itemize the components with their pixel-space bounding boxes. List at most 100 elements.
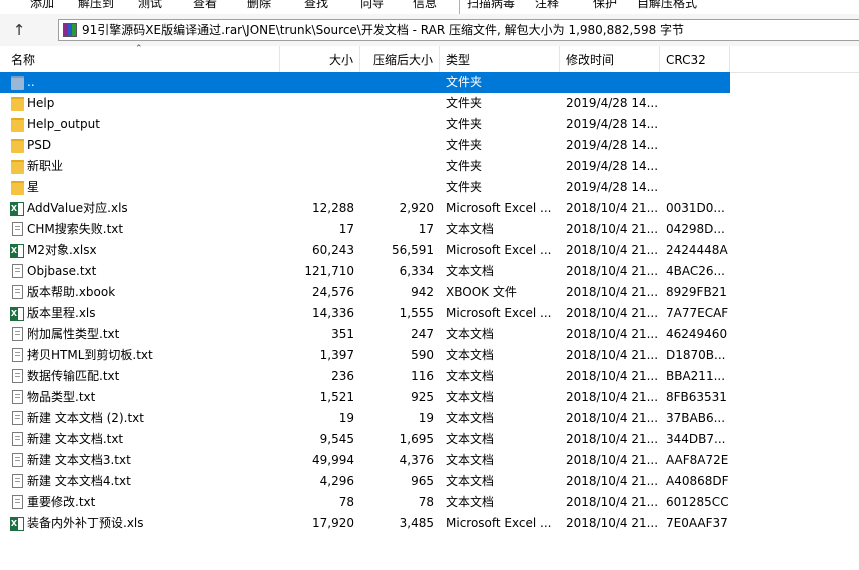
file-modified: 2019/4/28 14... (566, 96, 659, 110)
folder-icon (11, 139, 24, 153)
file-row[interactable]: 新建 文本文档 (2).txt 19 19 文本文档 2018/10/4 21... 37… (0, 408, 730, 429)
file-type: 文件夹 (446, 159, 483, 173)
file-packed-size (360, 114, 434, 135)
excel-file-icon (10, 517, 24, 531)
address-path: 91引擎源码XE版编译通过.rar\JONE\trunk\Source\开发文档… (82, 23, 685, 37)
file-type: 文本文档 (446, 453, 495, 467)
excel-file-icon (10, 307, 24, 321)
file-type: Microsoft Excel ... (446, 243, 552, 257)
file-row[interactable]: CHM搜索失败.txt 17 17 文本文档 2018/10/4 21... 04298D… (0, 219, 730, 240)
column-crc32[interactable]: CRC32 (660, 46, 730, 72)
file-crc32 (666, 72, 728, 93)
file-type: 文件夹 (446, 117, 483, 131)
column-packed-size[interactable]: 压缩后大小 (360, 46, 440, 72)
up-arrow-icon[interactable]: ↑ (8, 19, 30, 41)
file-row[interactable]: AddValue对应.xls 12,288 2,920 Microsoft Excel… (0, 198, 730, 219)
column-modified[interactable]: 修改时间 (560, 46, 660, 72)
file-packed-size: 6,334 (399, 264, 434, 278)
toolbar-view-button[interactable]: 查看 (193, 0, 217, 13)
file-row[interactable]: M2对象.xlsx 60,243 56,591 Microsoft Excel ...… (0, 240, 730, 261)
file-crc32: 04298D... (666, 222, 725, 236)
toolbar-comment-button[interactable]: 注释 (535, 0, 559, 13)
file-size: 121,710 (304, 264, 354, 278)
toolbar-find-button[interactable]: 查找 (304, 0, 328, 13)
toolbar-virus-scan-button[interactable]: 扫描病毒 (467, 0, 515, 13)
file-row[interactable]: 数据传输匹配.txt 236 116 文本文档 2018/10/4 21... BBA21… (0, 366, 730, 387)
file-row[interactable]: Help_output 文件夹 2019/4/28 14... (0, 114, 730, 135)
file-row[interactable]: Help 文件夹 2019/4/28 14... (0, 93, 730, 114)
file-crc32 (666, 93, 728, 114)
file-packed-size: 1,695 (399, 432, 434, 446)
file-modified: 2018/10/4 21... (566, 243, 659, 257)
text-file-icon (12, 495, 23, 509)
file-type: 文本文档 (446, 411, 495, 425)
file-packed-size: 925 (411, 390, 434, 404)
text-file-icon (12, 327, 23, 341)
toolbar-info-button[interactable]: 信息 (413, 0, 437, 13)
file-row[interactable]: 新建 文本文档.txt 9,545 1,695 文本文档 2018/10/4 21...… (0, 429, 730, 450)
file-crc32: 7A77ECAF (666, 306, 728, 320)
file-size: 1,397 (319, 348, 354, 362)
file-modified (566, 72, 660, 93)
file-packed-size: 942 (411, 285, 434, 299)
file-row[interactable]: 新建 文本文档4.txt 4,296 965 文本文档 2018/10/4 21... A… (0, 471, 730, 492)
text-file-icon (12, 390, 23, 404)
file-modified: 2018/10/4 21... (566, 495, 659, 509)
file-crc32: 601285CC (666, 495, 728, 509)
file-crc32: 7E0AAF37 (666, 516, 728, 530)
file-row[interactable]: 版本帮助.xbook 24,576 942 XBOOK 文件 2018/10/4 21.… (0, 282, 730, 303)
column-name[interactable]: 名称 ⌃ (0, 44, 280, 72)
file-size (280, 93, 354, 114)
file-packed-size: 4,376 (399, 453, 434, 467)
file-name: Help (27, 96, 55, 110)
file-name: 版本里程.xls (27, 306, 96, 320)
file-name: 新建 文本文档4.txt (27, 474, 131, 488)
toolbar-extract-button[interactable]: 解压到 (78, 0, 114, 13)
file-crc32: 344DB7... (666, 432, 726, 446)
column-size[interactable]: 大小 (280, 46, 360, 72)
file-packed-size: 19 (418, 411, 434, 425)
file-row[interactable]: 重要修改.txt 78 78 文本文档 2018/10/4 21... 601285CC (0, 492, 730, 513)
file-packed-size: 78 (418, 495, 434, 509)
toolbar-protect-button[interactable]: 保护 (593, 0, 617, 13)
file-crc32: 8929FB21 (666, 285, 727, 299)
file-modified: 2018/10/4 21... (566, 474, 659, 488)
file-size: 351 (331, 327, 354, 341)
text-file-icon (12, 264, 23, 278)
file-list[interactable]: .. 文件夹 Help 文件夹 2019/4/28 14... Help_output 文件… (0, 72, 859, 570)
sort-ascending-icon: ⌃ (135, 44, 143, 54)
file-row[interactable]: 新建 文本文档3.txt 49,994 4,376 文本文档 2018/10/4 21.… (0, 450, 730, 471)
file-row[interactable]: 附加属性类型.txt 351 247 文本文档 2018/10/4 21... 46249… (0, 324, 730, 345)
file-crc32: 2424448A (666, 243, 728, 257)
file-name: 重要修改.txt (27, 495, 96, 509)
file-row[interactable]: 物品类型.txt 1,521 925 文本文档 2018/10/4 21... 8FB63… (0, 387, 730, 408)
file-row[interactable]: 版本里程.xls 14,336 1,555 Microsoft Excel ... 20… (0, 303, 730, 324)
file-row[interactable]: Objbase.txt 121,710 6,334 文本文档 2018/10/4 21.… (0, 261, 730, 282)
address-bar[interactable]: 91引擎源码XE版编译通过.rar\JONE\trunk\Source\开发文档… (58, 19, 859, 41)
file-row[interactable]: .. 文件夹 (0, 72, 730, 93)
file-modified: 2018/10/4 21... (566, 285, 659, 299)
file-size: 60,243 (312, 243, 354, 257)
file-size: 12,288 (312, 201, 354, 215)
toolbar-test-button[interactable]: 测试 (138, 0, 162, 13)
file-name: 新建 文本文档3.txt (27, 453, 131, 467)
file-row[interactable]: 星 文件夹 2019/4/28 14... (0, 177, 730, 198)
toolbar-add-button[interactable]: 添加 (30, 0, 54, 13)
column-type-label: 类型 (446, 53, 471, 67)
file-modified: 2018/10/4 21... (566, 327, 659, 341)
column-size-label: 大小 (328, 53, 353, 67)
file-crc32: 46249460 (666, 327, 728, 341)
file-row[interactable]: 装备内外补丁预设.xls 17,920 3,485 Microsoft Excel .… (0, 513, 730, 534)
file-packed-size: 590 (411, 348, 434, 362)
column-type[interactable]: 类型 (440, 46, 560, 72)
file-name: AddValue对应.xls (27, 201, 128, 215)
toolbar-delete-button[interactable]: 删除 (247, 0, 271, 13)
toolbar-separator (459, 0, 460, 14)
toolbar-wizard-button[interactable]: 向导 (360, 0, 384, 13)
file-row[interactable]: 新职业 文件夹 2019/4/28 14... (0, 156, 730, 177)
toolbar-sfx-button[interactable]: 自解压格式 (637, 0, 697, 13)
file-type: 文本文档 (446, 369, 495, 383)
file-type: 文件夹 (446, 138, 483, 152)
file-row[interactable]: 拷贝HTML到剪切板.txt 1,397 590 文本文档 2018/10/4 21..… (0, 345, 730, 366)
file-row[interactable]: PSD 文件夹 2019/4/28 14... (0, 135, 730, 156)
